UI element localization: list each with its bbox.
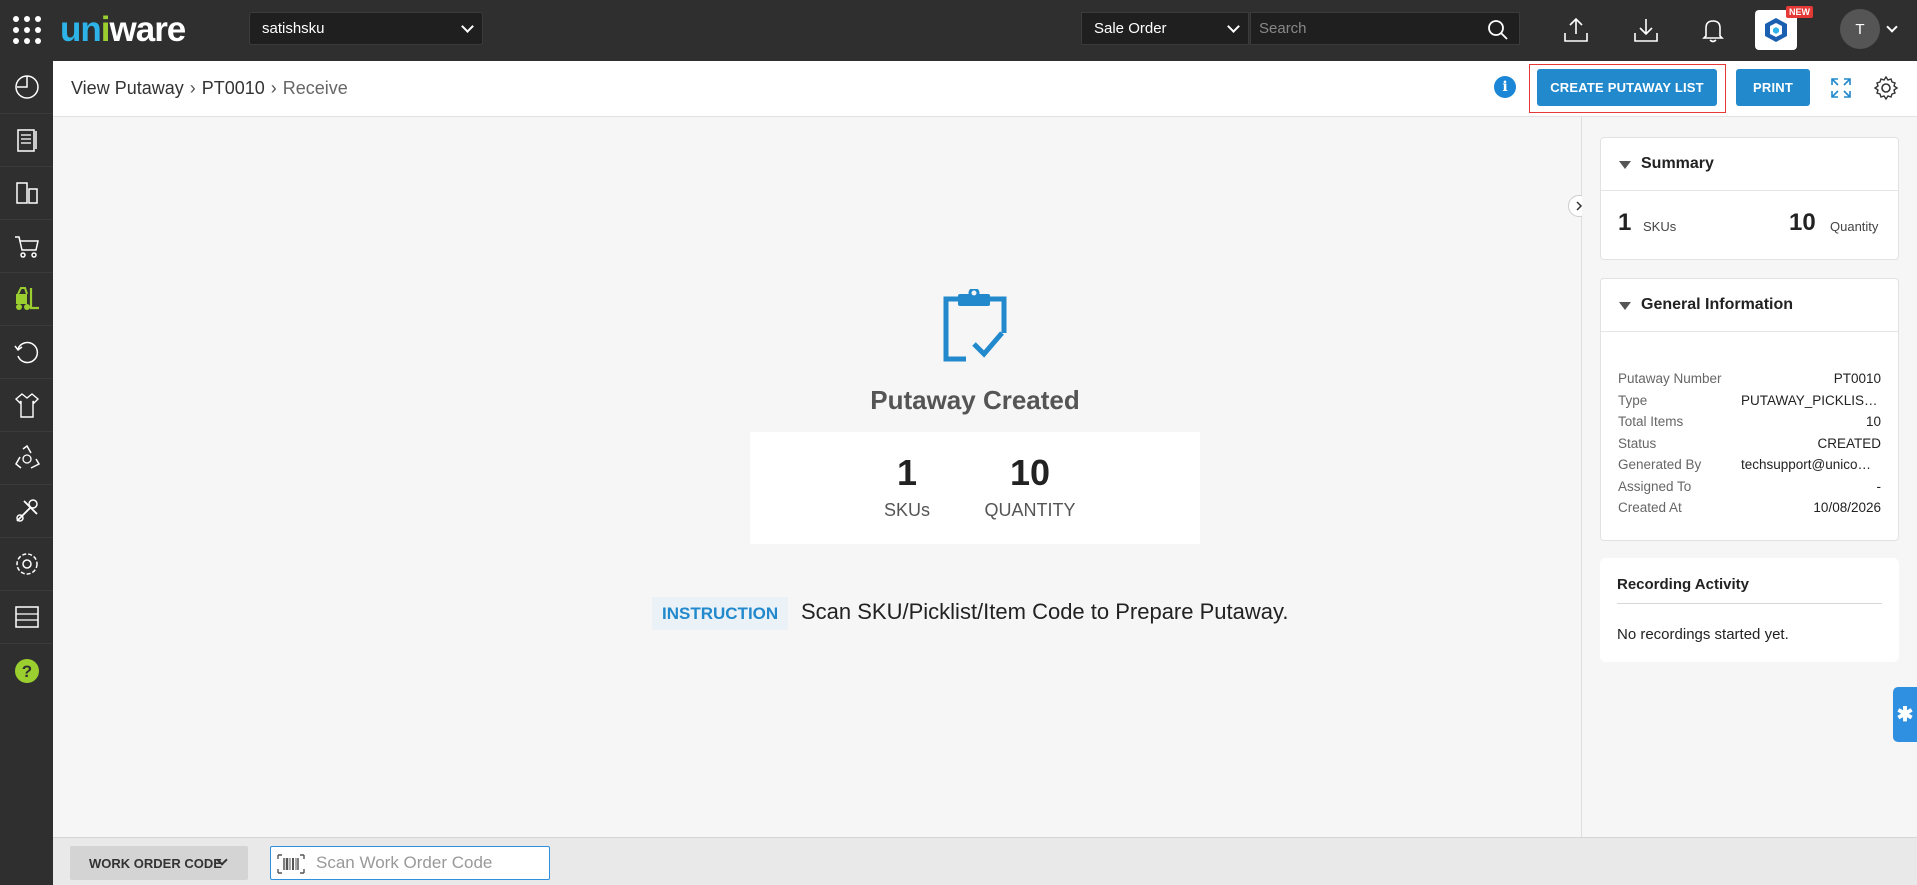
tenant-select-value: satishsku bbox=[262, 20, 325, 37]
dashboard-icon bbox=[14, 75, 39, 99]
search-input[interactable]: Search bbox=[1250, 12, 1520, 45]
print-button[interactable]: PRINT bbox=[1736, 69, 1810, 106]
chevron-down-icon bbox=[1227, 20, 1240, 33]
sidebar-item-tools[interactable] bbox=[0, 485, 53, 538]
tools-icon bbox=[15, 499, 38, 522]
summary-header[interactable]: Summary bbox=[1601, 138, 1898, 191]
top-bar: uniware satishsku Sale Order Search NEW … bbox=[0, 0, 1917, 61]
scan-work-order-input[interactable]: Scan Work Order Code bbox=[270, 846, 550, 880]
caret-down-icon bbox=[1619, 161, 1631, 169]
sidebar-item-settings[interactable] bbox=[0, 538, 53, 591]
search-icon[interactable] bbox=[1487, 19, 1509, 41]
recording-activity-card: Recording Activity No recordings started… bbox=[1600, 558, 1899, 662]
download-icon[interactable] bbox=[1631, 15, 1661, 45]
info-row: Generated Bytechsupport@unicommerce.com bbox=[1618, 457, 1881, 472]
forklift-icon bbox=[15, 287, 39, 310]
sidebar-item-cart[interactable] bbox=[0, 220, 53, 273]
info-icon[interactable]: i bbox=[1494, 76, 1516, 98]
new-badge: NEW bbox=[1786, 6, 1813, 18]
scan-mode-dropdown[interactable]: WORK ORDER CODE bbox=[70, 846, 248, 880]
sidebar-item-orders[interactable] bbox=[0, 114, 53, 167]
caret-down-icon bbox=[1619, 302, 1631, 310]
sidebar-item-returns[interactable] bbox=[0, 326, 53, 379]
recording-empty-text: No recordings started yet. bbox=[1617, 626, 1789, 643]
summary-card: Summary 1 SKUs 10 Quantity bbox=[1600, 137, 1899, 260]
help-icon: ? bbox=[14, 658, 39, 683]
info-row: Assigned To - bbox=[1618, 478, 1881, 494]
summary-skus-count: 1 bbox=[1618, 209, 1632, 236]
bottom-scan-bar: WORK ORDER CODE Scan Work Order Code bbox=[53, 837, 1917, 885]
summary-values: 1 SKUs 10 Quantity bbox=[1601, 191, 1898, 251]
shelf-icon bbox=[14, 606, 39, 628]
bell-icon[interactable] bbox=[1698, 15, 1728, 45]
sidebar-item-products[interactable] bbox=[0, 167, 53, 220]
info-row: TypePUTAWAY_PICKLIST_ITEM bbox=[1618, 392, 1881, 408]
general-information-title: General Information bbox=[1641, 296, 1794, 313]
skus-stat: 1 SKUs bbox=[877, 452, 937, 521]
apparel-icon bbox=[14, 393, 39, 418]
summary-title: Summary bbox=[1641, 155, 1714, 172]
avatar[interactable]: T bbox=[1840, 9, 1880, 49]
breadcrumb-view-putaway[interactable]: View Putaway bbox=[71, 78, 184, 99]
barcode-icon bbox=[277, 854, 305, 874]
recycle-icon bbox=[14, 444, 40, 469]
returns-icon bbox=[13, 341, 38, 364]
summary-quantity-count: 10 bbox=[1789, 209, 1816, 236]
left-sidebar: ? bbox=[0, 61, 53, 885]
breadcrumb: View Putaway › PT0010 › Receive bbox=[71, 78, 348, 99]
putaway-created-title: Putaway Created bbox=[870, 385, 1080, 415]
instruction-text: Scan SKU/Picklist/Item Code to Prepare P… bbox=[801, 599, 1289, 624]
info-row: Status CREATED bbox=[1618, 435, 1881, 451]
tenant-select[interactable]: satishsku bbox=[249, 12, 483, 45]
page-header: View Putaway › PT0010 › Receive i CREATE… bbox=[53, 61, 1917, 117]
info-row: Putaway Number PT0010 bbox=[1618, 371, 1881, 386]
sidebar-item-help[interactable]: ? bbox=[0, 644, 53, 697]
sidebar-item-putaway[interactable] bbox=[0, 273, 53, 326]
chevron-down-icon[interactable] bbox=[1886, 21, 1898, 33]
orders-icon bbox=[16, 129, 37, 152]
quantity-label: QUANTITY bbox=[984, 500, 1076, 520]
upload-icon[interactable] bbox=[1561, 15, 1591, 45]
info-row: Total Items 10 bbox=[1618, 414, 1881, 429]
cart-icon bbox=[14, 236, 39, 258]
cube-icon bbox=[1765, 18, 1787, 42]
summary-quantity-label: Quantity bbox=[1830, 219, 1879, 234]
sidebar-item-shelf[interactable] bbox=[0, 591, 53, 644]
search-placeholder: Search bbox=[1259, 20, 1307, 37]
products-icon bbox=[15, 182, 38, 204]
chevron-right-icon: › bbox=[270, 78, 277, 98]
breadcrumb-current: Receive bbox=[282, 78, 348, 98]
gear-icon[interactable] bbox=[1873, 75, 1899, 101]
sidebar-item-recycle[interactable] bbox=[0, 432, 53, 485]
fullscreen-icon[interactable] bbox=[1829, 76, 1853, 100]
scan-work-order-placeholder: Scan Work Order Code bbox=[316, 853, 493, 872]
svg-text:?: ? bbox=[21, 662, 31, 681]
info-row: Created At 10/08/2026 bbox=[1618, 500, 1881, 515]
chevron-down-icon bbox=[461, 20, 474, 33]
quantity-stat: 10 QUANTITY bbox=[975, 452, 1085, 521]
chevron-right-icon: › bbox=[189, 78, 196, 98]
clipboard-check-icon bbox=[943, 289, 1007, 362]
recording-activity-title: Recording Activity bbox=[1617, 576, 1749, 593]
document-type-value: Sale Order bbox=[1094, 20, 1167, 37]
summary-skus-label: SKUs bbox=[1643, 219, 1677, 234]
putaway-stats-card: 1 SKUs 10 QUANTITY bbox=[750, 432, 1200, 544]
breadcrumb-pt-number[interactable]: PT0010 bbox=[202, 78, 265, 99]
quantity-count: 10 bbox=[1009, 452, 1051, 493]
instruction-tag: INSTRUCTION bbox=[652, 597, 789, 630]
scan-mode-label: WORK ORDER CODE bbox=[89, 855, 222, 871]
general-information-header[interactable]: General Information bbox=[1601, 279, 1898, 332]
general-information-list: Putaway Number PT0010 Type PUTAWAY_PICKLIS… bbox=[1601, 332, 1898, 522]
skus-count: 1 bbox=[896, 452, 918, 493]
create-putaway-list-button[interactable]: CREATE PUTAWAY LIST bbox=[1537, 69, 1717, 106]
apps-grid-icon[interactable] bbox=[13, 16, 41, 44]
settings-icon bbox=[15, 553, 38, 575]
feedback-tab[interactable]: ✱ bbox=[1893, 687, 1917, 742]
sidebar-item-apparel[interactable] bbox=[0, 379, 53, 432]
sidebar-item-dashboard[interactable] bbox=[0, 61, 53, 114]
document-type-select[interactable]: Sale Order bbox=[1081, 12, 1249, 45]
general-information-card: General Information Putaway Number PT0010… bbox=[1600, 278, 1899, 541]
unware-logo[interactable]: uniware bbox=[60, 10, 186, 50]
skus-label: SKUs bbox=[883, 500, 930, 520]
